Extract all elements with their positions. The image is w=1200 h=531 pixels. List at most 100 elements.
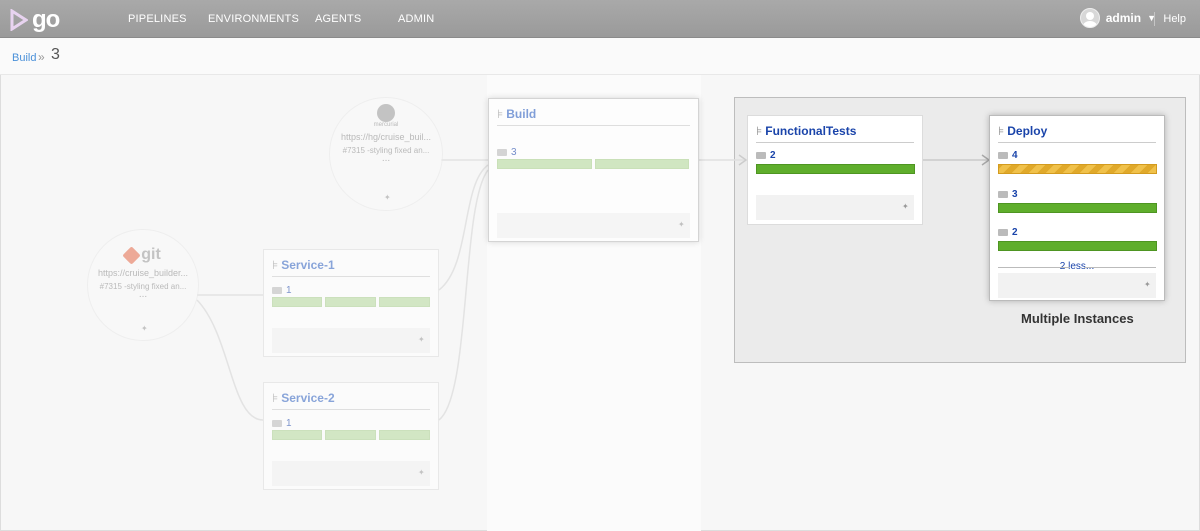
instance-counter: 2 [1012, 227, 1018, 238]
stage-bar[interactable] [756, 164, 915, 174]
pipeline-icon: ⊧ [272, 391, 279, 405]
instance-counter: 1 [286, 418, 292, 429]
stage-bars [272, 297, 430, 307]
pipeline-card-build[interactable]: ⊧ Build 3 ✦ [488, 98, 699, 242]
top-navigation-bar: go PIPELINES ENVIRONMENTS AGENTS ADMIN a… [0, 0, 1200, 38]
username: admin [1105, 11, 1142, 25]
pipeline-title[interactable]: ⊧ Deploy [998, 124, 1047, 138]
pipeline-name: Service-2 [281, 391, 335, 405]
breadcrumb-pipeline-link[interactable]: Build [12, 52, 36, 64]
logo-text: go [32, 6, 60, 33]
tag-icon [756, 152, 766, 159]
value-stream-map-canvas: git https://cruise_builder... #7315 -sty… [0, 75, 1200, 531]
stage-bars [497, 159, 689, 169]
instance-label[interactable]: 1 [272, 285, 292, 296]
tag-icon [497, 149, 507, 156]
stage-bar[interactable] [998, 241, 1157, 251]
stage-bar[interactable] [325, 430, 376, 440]
tag-icon [998, 191, 1008, 198]
help-link[interactable]: Help [1163, 13, 1186, 25]
pin-icon: ✦ [141, 324, 148, 333]
pin-icon: ✦ [678, 220, 685, 229]
pin-icon: ✦ [418, 468, 425, 477]
stage-bar[interactable] [497, 159, 592, 169]
pipeline-card-service-1[interactable]: ⊧ Service-1 1 ✦ [263, 249, 439, 357]
card-footer: ✦ [272, 461, 430, 486]
stage-bar[interactable] [272, 430, 322, 440]
mercurial-logo-text: mercurial [373, 122, 399, 128]
link-git-service2 [196, 299, 264, 421]
instance-label[interactable]: 1 [272, 418, 292, 429]
instance-counter: 2 [770, 150, 776, 161]
material-more[interactable]: ... [88, 290, 198, 300]
stage-bar[interactable] [325, 297, 376, 307]
user-menu[interactable]: admin ▼ [1079, 8, 1156, 28]
instance-counter: 4 [1012, 150, 1018, 161]
stage-bars [998, 203, 1157, 213]
stage-bars [998, 164, 1157, 174]
nav-agents[interactable]: AGENTS [315, 13, 361, 25]
tag-icon [998, 229, 1008, 236]
material-url: https://hg/cruise_buil... [340, 132, 432, 142]
stage-bars [272, 430, 430, 440]
pipeline-title[interactable]: ⊧ Service-2 [272, 391, 335, 405]
git-material-node[interactable]: git https://cruise_builder... #7315 -sty… [87, 229, 199, 341]
title-divider [272, 276, 430, 277]
stage-bar-building[interactable] [998, 164, 1157, 174]
avatar [1079, 8, 1100, 28]
instance-label[interactable]: 2 [756, 150, 776, 161]
tag-icon [272, 287, 282, 294]
stage-bars [998, 241, 1157, 251]
pipeline-name: FunctionalTests [765, 124, 857, 138]
pipeline-title[interactable]: ⊧ Service-1 [272, 258, 335, 272]
go-logo-icon [10, 9, 28, 31]
nav-pipelines[interactable]: PIPELINES [128, 13, 187, 25]
breadcrumb: Build » 3 [0, 38, 1200, 75]
card-footer: ✦ [998, 273, 1156, 298]
pin-icon: ✦ [384, 193, 391, 202]
show-less-link[interactable]: 2 less... [998, 261, 1156, 272]
multiple-instances-caption: Multiple Instances [1021, 311, 1134, 326]
pipeline-icon: ⊧ [272, 258, 279, 272]
breadcrumb-counter: 3 [51, 46, 60, 63]
title-divider [756, 142, 914, 143]
nav-environments[interactable]: ENVIRONMENTS [208, 13, 299, 25]
tag-icon [998, 152, 1008, 159]
instance-label[interactable]: 3 [497, 147, 517, 158]
instance-label[interactable]: 2 [998, 227, 1018, 238]
stage-bars [756, 164, 915, 174]
pipeline-title[interactable]: ⊧ FunctionalTests [756, 124, 856, 138]
mercurial-icon [377, 104, 395, 122]
stage-bar[interactable] [272, 297, 322, 307]
pipeline-name: Build [506, 107, 537, 121]
instance-label[interactable]: 4 [998, 150, 1018, 161]
card-footer: ✦ [756, 195, 914, 220]
stage-bar[interactable] [595, 159, 689, 169]
stage-bar[interactable] [998, 203, 1157, 213]
breadcrumb-separator: » [38, 50, 45, 64]
instance-label[interactable]: 3 [998, 189, 1018, 200]
nav-admin[interactable]: ADMIN [398, 13, 434, 25]
material-more[interactable]: ... [330, 154, 442, 164]
card-footer: ✦ [497, 213, 690, 238]
pin-icon: ✦ [1144, 280, 1151, 289]
link-service2-build [438, 169, 489, 421]
stage-bar[interactable] [379, 297, 430, 307]
pipeline-card-functionaltests[interactable]: ⊧ FunctionalTests 2 ✦ [747, 115, 923, 225]
stage-bar[interactable] [379, 430, 430, 440]
pipeline-card-deploy[interactable]: ⊧ Deploy 4 3 2 2 less... ✦ [989, 115, 1165, 301]
pin-icon: ✦ [902, 202, 909, 211]
pipeline-title[interactable]: ⊧ Build [497, 107, 536, 121]
pipeline-card-service-2[interactable]: ⊧ Service-2 1 ✦ [263, 382, 439, 490]
pin-icon: ✦ [418, 335, 425, 344]
pipeline-icon: ⊧ [998, 124, 1005, 138]
instance-counter: 3 [511, 147, 517, 158]
mercurial-material-node[interactable]: mercurial https://hg/cruise_buil... #731… [329, 97, 443, 211]
go-logo[interactable]: go [10, 6, 60, 34]
tag-icon [272, 420, 282, 427]
git-icon [122, 245, 141, 265]
instance-counter: 3 [1012, 189, 1018, 200]
pipeline-name: Service-1 [281, 258, 335, 272]
pipeline-name: Deploy [1007, 124, 1048, 138]
card-footer: ✦ [272, 328, 430, 353]
